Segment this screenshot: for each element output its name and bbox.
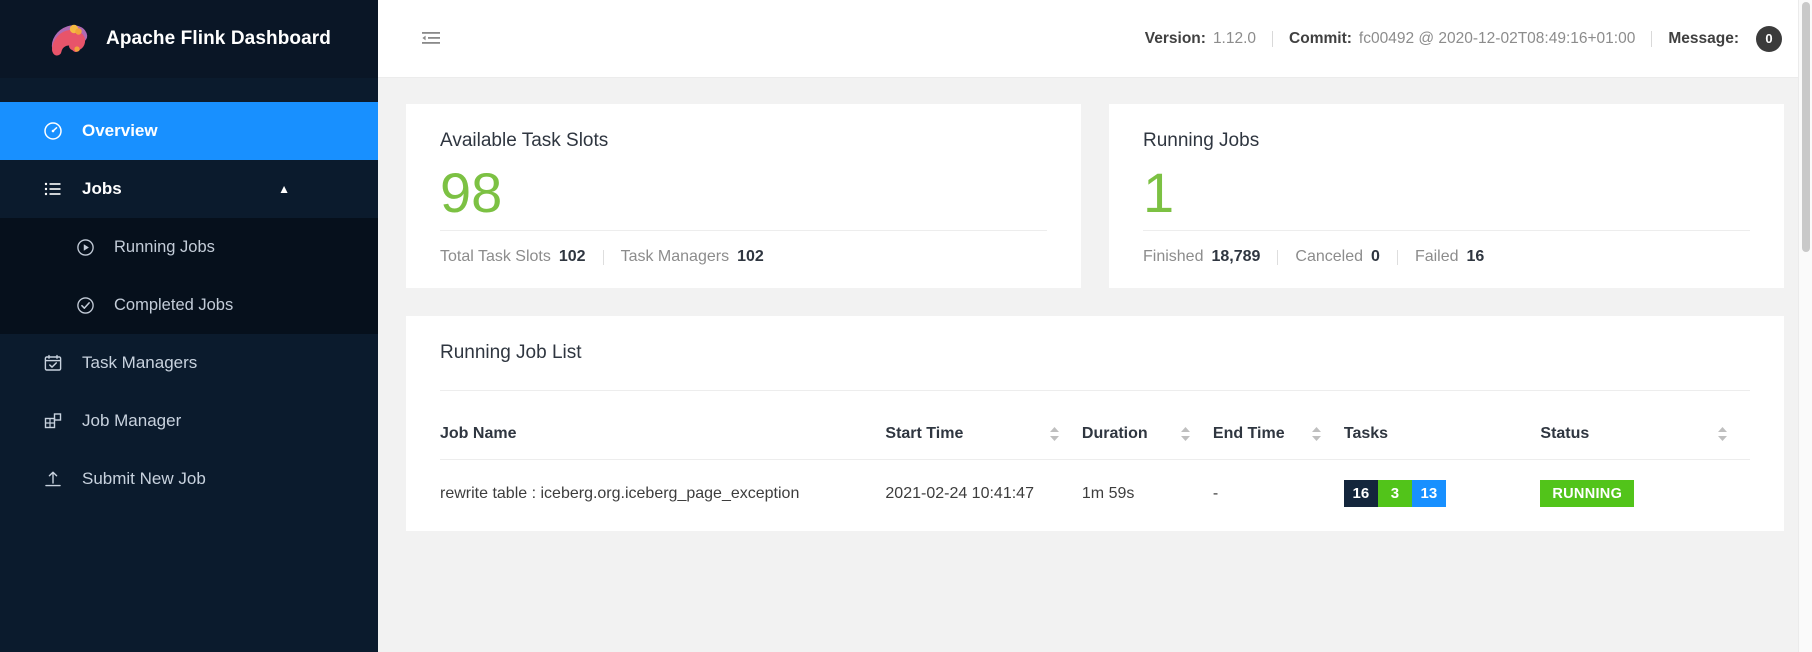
footer-value: 0 xyxy=(1371,248,1380,266)
sidebar-item-label: Submit New Job xyxy=(82,469,206,489)
footer-label: Task Managers xyxy=(621,248,730,266)
table-header-row: Job Name Start Time xyxy=(440,391,1750,460)
card-value: 1 xyxy=(1143,156,1750,230)
cluster-icon xyxy=(42,410,64,432)
sort-icon[interactable] xyxy=(1180,426,1213,442)
chevron-up-icon[interactable]: ▲ xyxy=(278,183,290,195)
footer-label: Failed xyxy=(1415,248,1459,266)
sidebar-item-task-managers[interactable]: Task Managers xyxy=(0,334,378,392)
commit-label: Commit: xyxy=(1289,30,1352,48)
column-label: End Time xyxy=(1213,425,1285,443)
cell-end-time: - xyxy=(1213,460,1344,532)
commit-value: fc00492 @ 2020-12-02T08:49:16+01:00 xyxy=(1359,30,1635,48)
card-title: Running Jobs xyxy=(1143,130,1750,152)
running-job-table: Job Name Start Time xyxy=(440,391,1750,531)
sidebar-item-completed-jobs[interactable]: Completed Jobs xyxy=(0,276,378,334)
column-label: Status xyxy=(1540,425,1589,443)
card-footer: Total Task Slots 102 Task Managers 102 xyxy=(440,230,1047,288)
cell-job-name: rewrite table : iceberg.org.iceberg_page… xyxy=(440,460,885,532)
divider xyxy=(1277,250,1278,265)
column-header-job-name[interactable]: Job Name xyxy=(440,391,885,460)
play-circle-icon xyxy=(74,236,96,258)
sidebar-subnav-jobs: Running Jobs Completed Jobs xyxy=(0,218,378,334)
sidebar-item-job-manager[interactable]: Job Manager xyxy=(0,392,378,450)
cell-duration: 1m 59s xyxy=(1082,460,1213,532)
cell-start-time: 2021-02-24 10:41:47 xyxy=(885,460,1082,532)
page-scrollbar[interactable] xyxy=(1798,0,1812,652)
stat-card-row: Available Task Slots 98 Total Task Slots… xyxy=(406,104,1784,288)
sidebar-item-label: Job Manager xyxy=(82,411,181,431)
divider xyxy=(1272,31,1273,47)
sidebar-item-label: Running Jobs xyxy=(114,238,215,257)
footer-label: Canceled xyxy=(1295,248,1363,266)
brand-title: Apache Flink Dashboard xyxy=(106,28,331,50)
sidebar-item-label: Task Managers xyxy=(82,353,197,373)
divider xyxy=(603,250,604,265)
flink-squirrel-logo-icon xyxy=(44,16,90,62)
check-circle-icon xyxy=(74,294,96,316)
sidebar-item-submit-new-job[interactable]: Submit New Job xyxy=(0,450,378,508)
topbar: Version: 1.12.0 Commit: fc00492 @ 2020-1… xyxy=(378,0,1812,78)
brand-header[interactable]: Apache Flink Dashboard xyxy=(0,0,378,78)
sort-icon[interactable] xyxy=(1311,426,1344,442)
message-label: Message: xyxy=(1668,30,1739,48)
card-footer: Finished 18,789 Canceled 0 Failed 16 xyxy=(1143,230,1750,288)
column-header-duration[interactable]: Duration xyxy=(1082,391,1213,460)
scrollbar-thumb[interactable] xyxy=(1802,2,1810,252)
message-count-badge[interactable]: 0 xyxy=(1756,26,1782,52)
upload-icon xyxy=(42,468,64,490)
sort-icon[interactable] xyxy=(1049,426,1082,442)
divider xyxy=(1397,250,1398,265)
footer-value: 102 xyxy=(737,248,764,266)
card-running-jobs: Running Jobs 1 Finished 18,789 Canceled … xyxy=(1109,104,1784,288)
column-header-tasks[interactable]: Tasks xyxy=(1344,391,1541,460)
sidebar-nav: Overview Jobs ▲ xyxy=(0,78,378,508)
card-value: 98 xyxy=(440,156,1047,230)
sidebar-item-label: Overview xyxy=(82,121,158,141)
footer-value: 18,789 xyxy=(1211,248,1260,266)
cell-status: RUNNING xyxy=(1540,460,1750,532)
table-row[interactable]: rewrite table : iceberg.org.iceberg_page… xyxy=(440,460,1750,532)
footer-label: Total Task Slots xyxy=(440,248,551,266)
running-job-list-card: Running Job List Job Name xyxy=(406,316,1784,531)
sidebar-item-running-jobs[interactable]: Running Jobs xyxy=(0,218,378,276)
running-job-list-title: Running Job List xyxy=(440,342,1750,391)
content-area: Available Task Slots 98 Total Task Slots… xyxy=(378,78,1812,652)
card-available-task-slots: Available Task Slots 98 Total Task Slots… xyxy=(406,104,1081,288)
topbar-info: Version: 1.12.0 Commit: fc00492 @ 2020-1… xyxy=(1145,26,1782,52)
column-label: Tasks xyxy=(1344,425,1388,443)
calendar-check-icon xyxy=(42,352,64,374)
footer-value: 102 xyxy=(559,248,586,266)
footer-value: 16 xyxy=(1467,248,1485,266)
version-value: 1.12.0 xyxy=(1213,30,1256,48)
flink-dashboard-app: Apache Flink Dashboard Overview xyxy=(0,0,1812,652)
cell-tasks: 16 3 13 xyxy=(1344,460,1541,532)
sidebar-item-label: Jobs xyxy=(82,179,122,199)
column-label: Start Time xyxy=(885,425,963,443)
task-badge-running: 3 xyxy=(1378,480,1412,507)
divider xyxy=(1651,31,1652,47)
tasks-badge-group: 16 3 13 xyxy=(1344,480,1541,507)
menu-fold-icon[interactable] xyxy=(418,26,444,52)
sidebar-item-label: Completed Jobs xyxy=(114,296,233,315)
gauge-icon xyxy=(42,120,64,142)
sidebar-item-jobs[interactable]: Jobs ▲ xyxy=(0,160,378,218)
column-label: Duration xyxy=(1082,425,1148,443)
sidebar: Apache Flink Dashboard Overview xyxy=(0,0,378,652)
column-header-end-time[interactable]: End Time xyxy=(1213,391,1344,460)
footer-label: Finished xyxy=(1143,248,1203,266)
task-badge-finished: 13 xyxy=(1412,480,1446,507)
list-icon xyxy=(42,178,64,200)
card-title: Available Task Slots xyxy=(440,130,1047,152)
column-header-start-time[interactable]: Start Time xyxy=(885,391,1082,460)
main-area: Version: 1.12.0 Commit: fc00492 @ 2020-1… xyxy=(378,0,1812,652)
sort-icon[interactable] xyxy=(1717,426,1750,442)
sidebar-item-overview[interactable]: Overview xyxy=(0,102,378,160)
task-badge-total: 16 xyxy=(1344,480,1378,507)
status-badge: RUNNING xyxy=(1540,480,1634,507)
version-label: Version: xyxy=(1145,30,1206,48)
column-header-status[interactable]: Status xyxy=(1540,391,1750,460)
column-label: Job Name xyxy=(440,425,516,443)
